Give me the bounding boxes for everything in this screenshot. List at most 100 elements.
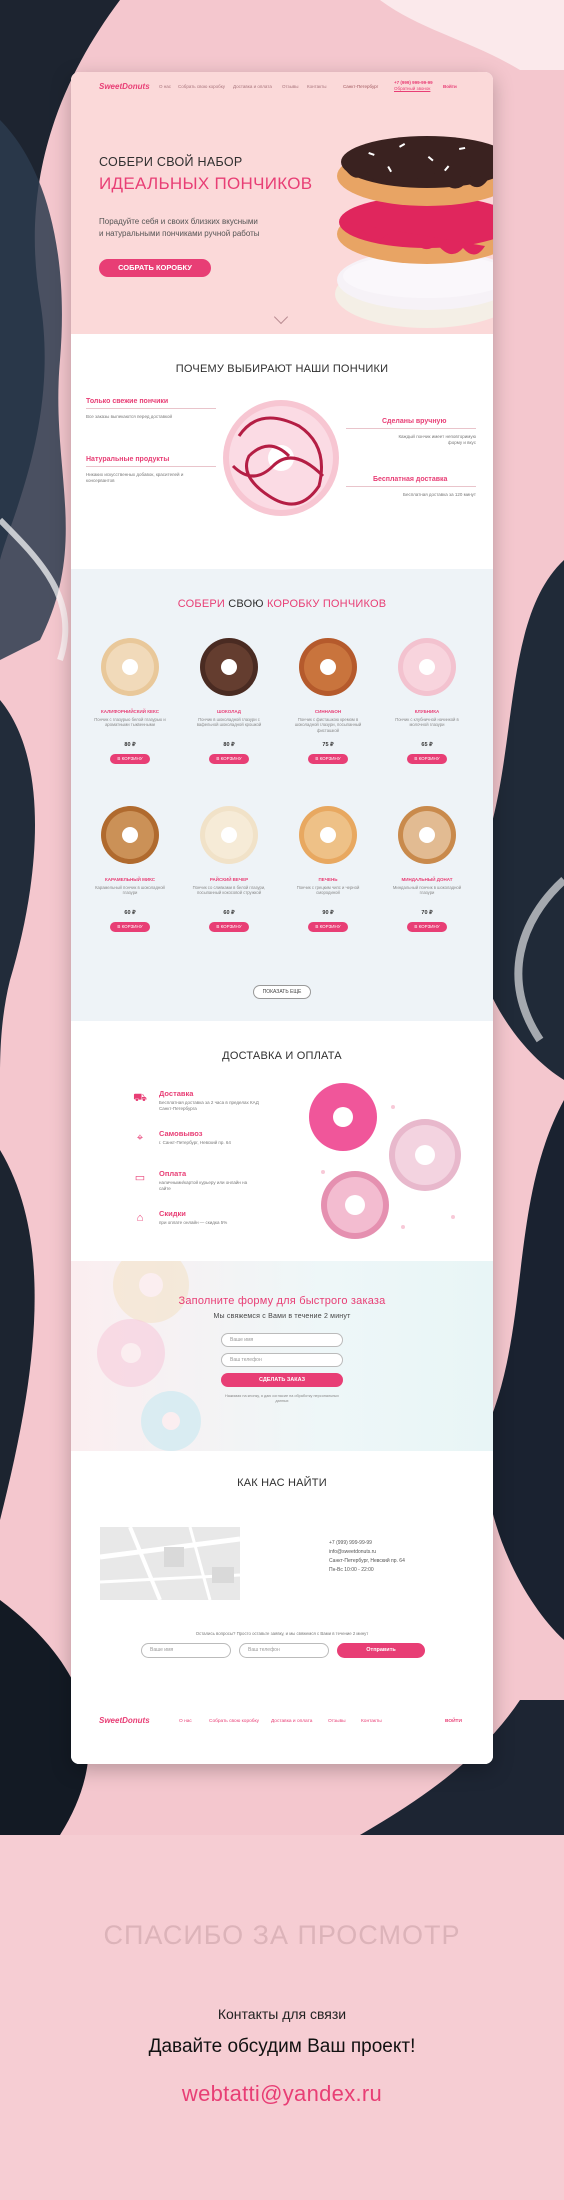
product-price: 60 ₽ — [223, 910, 235, 916]
catalog-title-part-c: КОРОБКУ ПОНЧИКОВ — [266, 598, 387, 610]
quick-order-section: Заполните форму для быстрого заказа Мы с… — [71, 1261, 493, 1451]
product-name: ШОКОЛАД — [217, 709, 241, 714]
contact-email-link[interactable]: webtatti@yandex.ru — [0, 2081, 564, 2107]
footer — [71, 1691, 493, 1764]
product-description: Пончик со сливками в белой глазури, посы… — [192, 885, 266, 896]
find-us-title: КАК НАС НАЙТИ — [237, 1477, 327, 1489]
city-selector[interactable]: Санкт-Петербург — [343, 84, 378, 89]
callback-link[interactable]: Обратный звонок — [394, 86, 430, 91]
product-name: СИННАБОН — [314, 709, 342, 714]
delivery-item-title: Оплата — [159, 1169, 187, 1178]
feature-natural-desc: Никаких искусственных добавок, красителе… — [86, 472, 184, 483]
add-to-cart-button[interactable]: В КОРЗИНУ — [407, 754, 447, 764]
product-name: МИНДАЛЬНЫЙ ДОНАТ — [401, 877, 453, 882]
footer-link-reviews[interactable]: Отзывы — [328, 1719, 346, 1724]
footer-link-build-box[interactable]: Собрать свою коробку — [209, 1719, 259, 1724]
divider — [346, 428, 476, 429]
donut-image — [398, 806, 456, 864]
thanks-heading: СПАСИБО ЗА ПРОСМОТР — [103, 1920, 461, 1950]
quick-order-phone-input[interactable]: Ваш телефон — [221, 1353, 343, 1367]
product-price: 75 ₽ — [322, 742, 334, 748]
add-to-cart-button[interactable]: В КОРЗИНУ — [110, 754, 150, 764]
product-description: Пончик с грецким чипс и черной смородино… — [296, 885, 360, 896]
header-phone[interactable]: +7 (999) 999-99-99 — [394, 80, 433, 85]
quick-order-title: Заполните форму для быстрого заказа — [178, 1295, 386, 1307]
build-box-button[interactable]: СОБРАТЬ КОРОБКУ — [99, 259, 211, 277]
hero-section: SweetDonuts О нас Собрать свою коробку Д… — [71, 72, 493, 334]
donut-image — [299, 806, 357, 864]
donut-image — [200, 806, 258, 864]
donut-image — [299, 638, 357, 696]
nav-link-about[interactable]: О нас — [159, 84, 171, 89]
donut-image — [398, 638, 456, 696]
contact-email[interactable]: info@sweetdonuts.ru — [329, 1549, 376, 1555]
delivery-item-title: Скидки — [159, 1209, 186, 1218]
delivery-item-desc: г. Санкт-Петербург, Невский пр. 64 — [159, 1140, 231, 1145]
nav-link-build-box[interactable]: Собрать свою коробку — [178, 84, 225, 89]
divider — [346, 486, 476, 487]
quick-order-name-input[interactable]: Ваше имя — [221, 1333, 343, 1347]
contact-address: Санкт-Петербург, Невский пр. 64 — [329, 1558, 405, 1564]
contact-phone-input[interactable]: Ваш телефон — [239, 1643, 329, 1658]
feature-handmade-title: Сделаны вручную — [382, 418, 447, 425]
product-price: 70 ₽ — [421, 910, 433, 916]
delivery-title: ДОСТАВКА И ОПЛАТА — [222, 1050, 342, 1062]
product-description: Пончик с фисташкою кремом в шоколадной г… — [294, 717, 362, 733]
feature-delivery-desc: Бесплатная доставка за 120 минут — [403, 492, 476, 497]
product-price: 80 ₽ — [223, 742, 235, 748]
contact-phone[interactable]: +7 (999) 999-99-99 — [329, 1540, 372, 1546]
footer-link-contacts[interactable]: Контакты — [361, 1719, 382, 1724]
product-name: КЛУБНИКА — [414, 709, 440, 714]
glazed-donut-image — [223, 400, 339, 516]
footer-logo[interactable]: SweetDonuts — [99, 1716, 150, 1725]
tag-icon: ⌂ — [136, 1212, 144, 1224]
add-to-cart-button[interactable]: В КОРЗИНУ — [209, 922, 249, 932]
hero-lead-line1: Порадуйте себя и своих близких вкусными — [99, 217, 258, 226]
delivery-item-title: Самовывоз — [159, 1129, 203, 1138]
show-more-button[interactable]: ПОКАЗАТЬ ЕЩЕ — [253, 985, 311, 999]
delivery-item-desc: наличными/картой курьеру или онлайн на с… — [159, 1180, 248, 1191]
product-description: Пончик с клубничной начинкой в молочной … — [395, 717, 459, 728]
donut-image — [101, 638, 159, 696]
map[interactable] — [100, 1527, 240, 1600]
quick-order-submit-button[interactable]: СДЕЛАТЬ ЗАКАЗ — [221, 1373, 343, 1387]
discuss-project-cta: Давайте обсудим Ваш проект! — [148, 2036, 416, 2057]
contact-name-input[interactable]: Ваше имя — [141, 1643, 231, 1658]
donut-image — [101, 806, 159, 864]
add-to-cart-button[interactable]: В КОРЗИНУ — [407, 922, 447, 932]
feature-fresh-desc: Все заказы выпекаются перед доставкой — [86, 414, 173, 419]
scroll-down-chevron-icon[interactable] — [273, 309, 289, 325]
map-image — [100, 1527, 240, 1600]
truck-icon: ⛟ — [133, 1092, 147, 1104]
donut-image — [200, 638, 258, 696]
hero-title-line2: ИДЕАЛЬНЫХ ПОНЧИКОВ — [99, 174, 313, 193]
delivery-item-title: Доставка — [159, 1089, 194, 1098]
footer-link-about[interactable]: О нас — [179, 1719, 192, 1724]
why-title: ПОЧЕМУ ВЫБИРАЮТ НАШИ ПОНЧИКИ — [175, 363, 389, 375]
footer-link-delivery[interactable]: Доставка и оплата — [271, 1719, 312, 1724]
logo[interactable]: SweetDonuts — [99, 82, 150, 91]
contact-hours: Пн-Вс 10:00 - 22:00 — [329, 1567, 374, 1573]
catalog-title-part-b: СВОЮ — [228, 598, 264, 610]
product-name: ПЕЧЕНЬ — [318, 877, 338, 882]
nav-link-reviews[interactable]: Отзывы — [282, 84, 298, 89]
product-price: 90 ₽ — [322, 910, 334, 916]
nav-link-delivery[interactable]: Доставка и оплата — [233, 84, 272, 89]
hero-lead-line2: и натуральными пончиками ручной работы — [99, 229, 260, 238]
catalog-title-part-a: СОБЕРИ — [177, 598, 226, 610]
contact-submit-button[interactable]: Отправить — [337, 1643, 425, 1658]
divider — [86, 466, 216, 467]
product-description: Пончик в шоколадной глазури с вафельной … — [196, 717, 262, 728]
login-link[interactable]: Войти — [443, 84, 457, 89]
add-to-cart-button[interactable]: В КОРЗИНУ — [308, 754, 348, 764]
falling-donuts-image — [309, 1083, 461, 1239]
delivery-item-desc: Бесплатная доставка за 2 часа в пределах… — [159, 1100, 259, 1111]
footer-login-link[interactable]: ВОЙТИ — [445, 1719, 462, 1724]
feature-natural-title: Натуральные продукты — [86, 456, 170, 463]
add-to-cart-button[interactable]: В КОРЗИНУ — [110, 922, 150, 932]
product-name: РАЙСКИЙ ВЕЧЕР — [209, 877, 249, 882]
feature-handmade-desc: Каждый пончик имеет неповторимую форму и… — [398, 434, 476, 445]
add-to-cart-button[interactable]: В КОРЗИНУ — [308, 922, 348, 932]
nav-link-contacts[interactable]: Контакты — [307, 84, 326, 89]
add-to-cart-button[interactable]: В КОРЗИНУ — [209, 754, 249, 764]
